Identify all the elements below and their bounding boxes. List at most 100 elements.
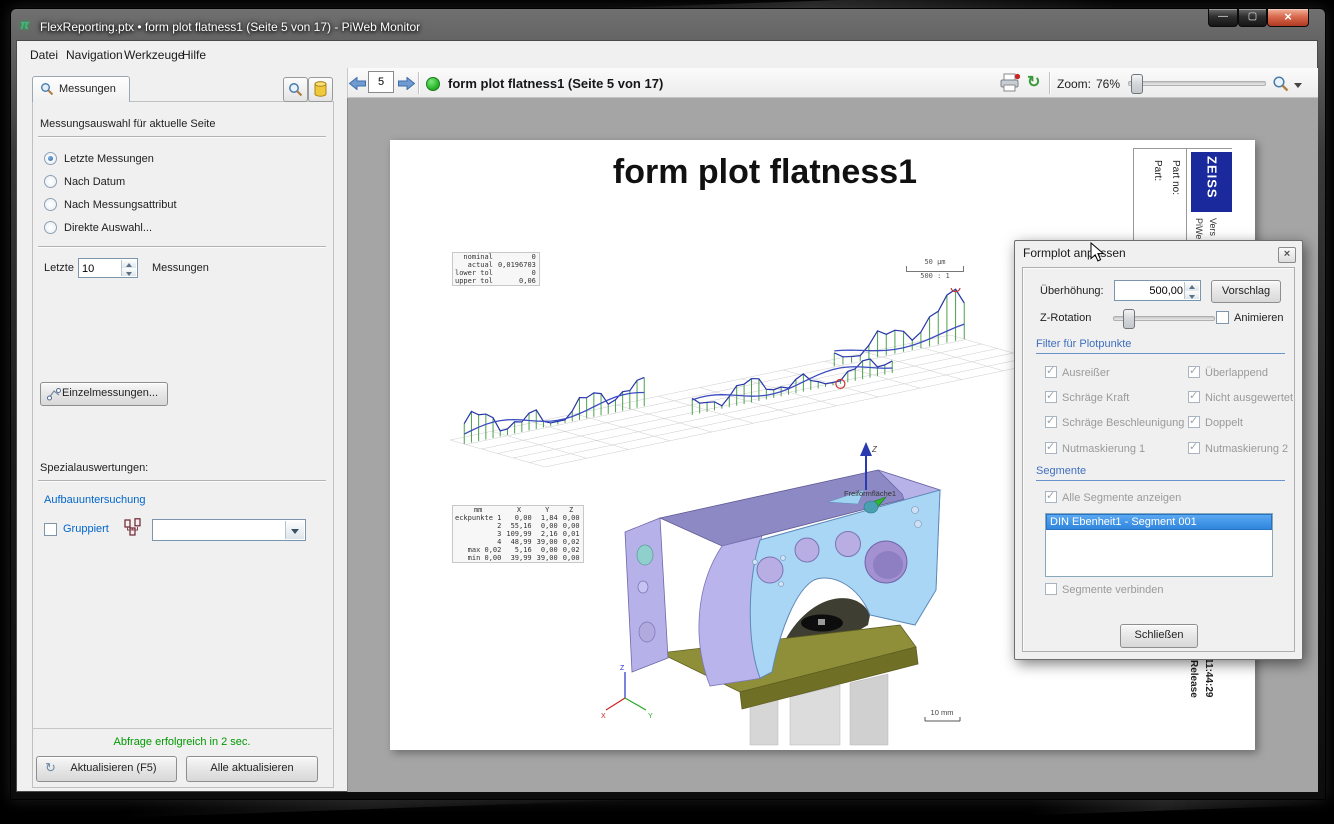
close-icon: × bbox=[1284, 9, 1292, 24]
divider bbox=[38, 246, 326, 248]
spin-down-icon[interactable] bbox=[122, 268, 136, 276]
database-icon bbox=[314, 81, 327, 98]
zoom-value: 76% bbox=[1096, 77, 1120, 91]
menu-datei[interactable]: Datei bbox=[24, 45, 64, 65]
einzelmessungen-button[interactable]: Einzelmessungen... bbox=[40, 382, 168, 406]
cell: 0,00 bbox=[561, 522, 583, 530]
nicht-ausgewertet-label: Nicht ausgewertet bbox=[1205, 392, 1293, 404]
animieren-checkbox[interactable] bbox=[1216, 311, 1229, 324]
cell: 109,99 bbox=[504, 530, 534, 538]
stat-value: 0 bbox=[496, 253, 539, 262]
svg-text:Y: Y bbox=[648, 713, 653, 720]
plot-scale-bottom: 500 : 1 bbox=[900, 272, 970, 280]
radio-direkte-auswahl[interactable] bbox=[44, 221, 57, 234]
menu-hilfe[interactable]: Hilfe bbox=[176, 45, 212, 65]
dialog-close-button[interactable]: × bbox=[1278, 247, 1296, 263]
cell: 0,02 bbox=[561, 538, 583, 546]
animieren-label: Animieren bbox=[1234, 312, 1284, 324]
col-header: Y bbox=[535, 506, 561, 515]
report-title: form plot flatness1 bbox=[540, 153, 990, 192]
tab-messungen-label: Messungen bbox=[59, 83, 116, 95]
page-number-value[interactable] bbox=[369, 72, 393, 92]
col-header: X bbox=[504, 506, 534, 515]
toolbar-separator bbox=[1049, 72, 1051, 94]
cell: 0,00 bbox=[504, 514, 534, 522]
minimize-button[interactable]: — bbox=[1208, 9, 1238, 27]
cell: 39,00 bbox=[535, 538, 561, 546]
alle-aktualisieren-button[interactable]: Alle aktualisieren bbox=[186, 756, 318, 782]
spinner-buttons[interactable] bbox=[121, 260, 136, 276]
radio-nach-messungsattribut[interactable] bbox=[44, 198, 57, 211]
database-tool-button[interactable] bbox=[308, 77, 333, 102]
segmente-verbinden-checkbox bbox=[1045, 583, 1057, 595]
schliessen-button[interactable]: Schließen bbox=[1120, 624, 1198, 648]
page-back-icon[interactable] bbox=[349, 77, 366, 90]
spinner-buttons[interactable] bbox=[1184, 282, 1199, 299]
zoom-menu-caret-icon[interactable] bbox=[1294, 83, 1302, 88]
magnifier-icon[interactable] bbox=[1272, 75, 1289, 92]
search-icon bbox=[288, 82, 303, 97]
cell: 4 bbox=[453, 538, 505, 546]
search-tool-button[interactable] bbox=[283, 77, 308, 102]
status-text: Abfrage erfolgreich in 2 sec. bbox=[32, 736, 332, 748]
zoom-slider-track[interactable] bbox=[1128, 81, 1266, 86]
schliessen-label: Schließen bbox=[1135, 629, 1184, 641]
ausreisser-checkbox bbox=[1045, 366, 1057, 378]
gruppiert-checkbox[interactable] bbox=[44, 523, 57, 536]
stat-label: actual bbox=[453, 261, 496, 269]
cell: 0,00 bbox=[535, 546, 561, 554]
cell: 39,99 bbox=[504, 554, 534, 563]
dropdown-button[interactable] bbox=[285, 521, 304, 539]
refresh-page-icon[interactable]: ↻ bbox=[1027, 74, 1044, 91]
aufbauuntersuchung-link[interactable]: Aufbauuntersuchung bbox=[44, 494, 146, 506]
schraege-kraft-checkbox bbox=[1045, 391, 1057, 403]
cell: 1,84 bbox=[535, 514, 561, 522]
page-number-input[interactable] bbox=[368, 71, 394, 93]
maximize-icon: ▢ bbox=[1248, 11, 1257, 22]
aktualisieren-label: Aktualisieren (F5) bbox=[70, 762, 156, 774]
spin-up-icon[interactable] bbox=[1185, 282, 1199, 291]
zeiss-logo-text: ZEISS bbox=[1204, 156, 1220, 199]
radio-letzte-messungen[interactable] bbox=[44, 152, 57, 165]
schraege-beschleunigung-label: Schräge Beschleunigung bbox=[1062, 417, 1184, 429]
part-label: Part: bbox=[1152, 160, 1163, 181]
letzte-count-spinner[interactable] bbox=[78, 258, 138, 278]
segmente-verbinden-label: Segmente verbinden bbox=[1062, 584, 1164, 596]
stat-value: 0 bbox=[496, 269, 539, 277]
maximize-button[interactable]: ▢ bbox=[1238, 9, 1267, 27]
formplot-dialog: Formplot anpassen × Überhöhung: Vorschla… bbox=[1014, 240, 1303, 660]
gruppiert-dropdown[interactable] bbox=[152, 519, 306, 541]
divider bbox=[38, 480, 326, 482]
hierarchy-icon bbox=[124, 518, 142, 536]
aktualisieren-button[interactable]: ↻ Aktualisieren (F5) bbox=[36, 756, 177, 782]
app-icon: π bbox=[20, 18, 34, 32]
zoom-slider-thumb[interactable] bbox=[1131, 74, 1143, 94]
stat-label: nominal bbox=[453, 253, 496, 262]
einzelmessungen-label: Einzelmessungen... bbox=[62, 387, 158, 399]
alle-segmente-checkbox bbox=[1045, 491, 1057, 503]
cad-model: Z Z X Y Freiformfläche1 10 mm bbox=[600, 440, 1010, 750]
radio-nach-datum[interactable] bbox=[44, 175, 57, 188]
points-table: mm X Y Z eckpunkte 10,001,840,00 255,160… bbox=[452, 505, 584, 563]
spin-down-icon[interactable] bbox=[1185, 291, 1199, 300]
close-icon: × bbox=[1284, 248, 1290, 260]
ueberlappend-label: Überlappend bbox=[1205, 367, 1268, 379]
print-icon[interactable] bbox=[999, 73, 1021, 93]
alle-aktualisieren-label: Alle aktualisieren bbox=[210, 762, 293, 774]
schraege-kraft-label: Schräge Kraft bbox=[1062, 392, 1129, 404]
spin-up-icon[interactable] bbox=[122, 260, 136, 268]
cell: 2,16 bbox=[535, 530, 561, 538]
vorschlag-button[interactable]: Vorschlag bbox=[1211, 280, 1281, 303]
stat-label: lower tol bbox=[453, 269, 496, 277]
page-forward-icon[interactable] bbox=[398, 77, 415, 90]
vorschlag-label: Vorschlag bbox=[1222, 285, 1270, 297]
tab-messungen[interactable]: Messungen bbox=[32, 76, 130, 102]
filter-section-underline bbox=[1036, 353, 1285, 354]
zrotation-slider-thumb[interactable] bbox=[1123, 309, 1135, 329]
segments-listbox[interactable]: DIN Ebenheit1 - Segment 001 bbox=[1045, 513, 1273, 577]
segment-list-item[interactable]: DIN Ebenheit1 - Segment 001 bbox=[1046, 514, 1272, 530]
cell: 48,99 bbox=[504, 538, 534, 546]
close-button[interactable]: × bbox=[1267, 9, 1309, 27]
ueberhoehung-spinner[interactable] bbox=[1114, 280, 1201, 301]
nutmaskierung2-checkbox bbox=[1188, 442, 1200, 454]
